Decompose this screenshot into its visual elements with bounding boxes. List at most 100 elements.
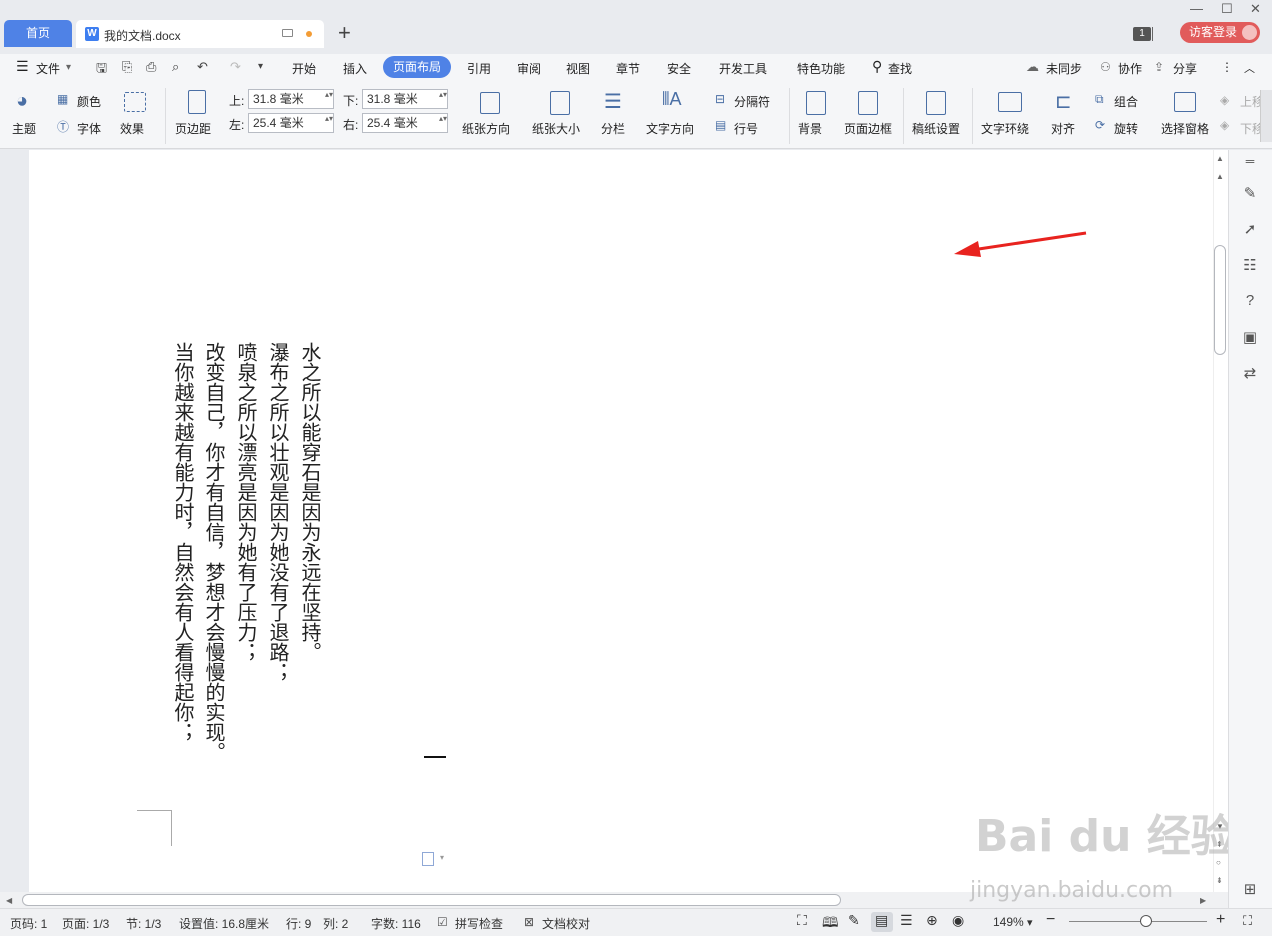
theme-icon[interactable]: ◕ xyxy=(16,90,28,113)
menu-developer[interactable]: 开发工具 xyxy=(719,60,767,77)
menu-view[interactable]: 视图 xyxy=(566,60,590,77)
monitor-icon[interactable] xyxy=(282,29,293,37)
menu-file[interactable]: 文件 xyxy=(36,60,60,77)
fullscreen-icon[interactable]: ⛶ xyxy=(797,912,807,929)
print-preview-icon[interactable]: ⌕ xyxy=(172,59,179,75)
left-margin-input[interactable]: 25.4 毫米 xyxy=(248,113,334,133)
zoom-out-icon[interactable]: − xyxy=(1046,911,1055,929)
print-icon[interactable]: ⎙ xyxy=(146,59,156,75)
hamburger-icon[interactable]: ☰ xyxy=(16,58,29,75)
help-icon[interactable]: ? xyxy=(1241,292,1259,309)
color-button[interactable]: 颜色 xyxy=(77,93,101,110)
tab-home[interactable]: 首页 xyxy=(4,20,72,47)
paste-options-icon[interactable] xyxy=(422,852,434,866)
format-painter-icon[interactable]: ⎘ xyxy=(122,59,132,75)
font-button[interactable]: 字体 xyxy=(77,120,101,137)
ribbon-scroll-right[interactable] xyxy=(1260,90,1272,142)
text-direction-button[interactable]: 文字方向 xyxy=(646,120,694,137)
manuscript-button[interactable]: 稿纸设置 xyxy=(912,120,960,137)
page-border-button[interactable]: 页面边框 xyxy=(844,120,892,137)
line-number-button[interactable]: 行号 xyxy=(734,120,758,137)
more-icon[interactable]: ⋮ xyxy=(1221,60,1233,74)
menu-search[interactable]: 查找 xyxy=(888,60,912,77)
text-wrap-button[interactable]: 文字环绕 xyxy=(981,120,1029,137)
fit-window-icon[interactable]: ⛶ xyxy=(1243,913,1252,929)
status-word-count[interactable]: 字数: 116 xyxy=(371,915,421,932)
minimize-icon[interactable]: — xyxy=(1190,1,1203,16)
eye-protection-icon[interactable]: ◉ xyxy=(952,912,964,929)
zoom-slider-knob[interactable] xyxy=(1140,915,1152,927)
top-margin-input[interactable]: 31.8 毫米 xyxy=(248,89,334,109)
rotate-button[interactable]: 旋转 xyxy=(1114,120,1138,137)
align-button[interactable]: 对齐 xyxy=(1051,120,1075,137)
vertical-scroll-thumb[interactable] xyxy=(1214,245,1226,355)
status-setting-value[interactable]: 设置值: 16.8厘米 xyxy=(179,915,269,932)
send-backward-button[interactable]: 下移 xyxy=(1240,120,1260,137)
status-page[interactable]: 页面: 1/3 xyxy=(62,915,109,932)
margin-button[interactable]: 页边距 xyxy=(175,120,211,137)
text-line-3[interactable]: 喷泉之所以漂亮是因为她有了压力； xyxy=(234,342,258,772)
visitor-login-button[interactable]: 访客登录 xyxy=(1180,22,1260,43)
collapse-ribbon-icon[interactable]: ︿ xyxy=(1244,60,1255,76)
menu-start[interactable]: 开始 xyxy=(292,60,316,77)
share-button[interactable]: 分享 xyxy=(1173,60,1197,77)
text-line-1[interactable]: 当你越来越有能力时，自然会有人看得起你； xyxy=(171,342,195,772)
write-mode-icon[interactable]: ✎ xyxy=(848,912,860,929)
image-icon[interactable]: ▣ xyxy=(1241,328,1259,346)
panel-handle-icon[interactable]: ═ xyxy=(1241,154,1259,168)
scroll-up-arrow-icon[interactable]: ▲ xyxy=(1216,172,1224,181)
zoom-slider-track[interactable] xyxy=(1069,921,1207,922)
collab-button[interactable]: 协作 xyxy=(1118,60,1142,77)
orientation-button[interactable]: 纸张方向 xyxy=(462,120,510,137)
right-margin-input[interactable]: 25.4 毫米 xyxy=(362,113,448,133)
next-page-icon[interactable]: ⇟ xyxy=(1216,876,1223,885)
text-line-4[interactable]: 瀑布之所以壮观是因为她没有了退路； xyxy=(266,342,290,772)
group-button[interactable]: 组合 xyxy=(1114,93,1138,110)
zoom-level[interactable]: 149% xyxy=(993,915,1024,929)
menu-page-layout[interactable]: 页面布局 xyxy=(383,56,451,78)
status-page-number[interactable]: 页码: 1 xyxy=(10,915,47,932)
scroll-left-arrow-icon[interactable]: ◀ xyxy=(6,896,12,905)
status-column[interactable]: 列: 2 xyxy=(323,915,348,932)
zoom-in-icon[interactable]: + xyxy=(1216,911,1225,929)
outline-view-icon[interactable]: ☰ xyxy=(900,912,913,929)
read-mode-icon[interactable]: 🕮 xyxy=(822,912,839,936)
menu-insert[interactable]: 插入 xyxy=(343,60,367,77)
status-row[interactable]: 行: 9 xyxy=(286,915,311,932)
apps-grid-icon[interactable]: ⊞ xyxy=(1241,880,1259,898)
zoom-dropdown-icon[interactable]: ▾ xyxy=(1027,916,1033,929)
bottom-margin-input[interactable]: 31.8 毫米 xyxy=(362,89,448,109)
close-icon[interactable]: ✕ xyxy=(1250,1,1261,17)
page-view-icon[interactable]: ▤ xyxy=(875,912,888,929)
effect-button[interactable]: 效果 xyxy=(120,120,144,137)
scroll-up-arrow-icon[interactable]: ▲ xyxy=(1216,154,1224,163)
search-icon[interactable]: ⚲ xyxy=(872,58,882,75)
sync-status[interactable]: 未同步 xyxy=(1046,60,1082,77)
new-tab-button[interactable]: + xyxy=(338,22,351,44)
tab-document[interactable]: W 我的文档.docx xyxy=(76,20,324,48)
chevron-down-icon[interactable]: ▾ xyxy=(440,853,444,862)
theme-button[interactable]: 主题 xyxy=(12,120,36,137)
menu-features[interactable]: 特色功能 xyxy=(797,60,845,77)
status-section[interactable]: 节: 1/3 xyxy=(126,915,161,932)
window-count-badge[interactable]: 1 xyxy=(1133,27,1151,41)
proofread-button[interactable]: 文档校对 xyxy=(542,915,590,932)
selection-pane-button[interactable]: 选择窗格 xyxy=(1161,120,1209,137)
text-line-2[interactable]: 改变自己，你才有自信，梦想才会慢慢的实现。 xyxy=(202,342,226,772)
menu-review[interactable]: 审阅 xyxy=(517,60,541,77)
bring-forward-button[interactable]: 上移 xyxy=(1240,93,1260,110)
settings-sliders-icon[interactable]: ☷ xyxy=(1241,256,1259,274)
translate-icon[interactable]: ⇄ xyxy=(1241,364,1259,382)
save-icon[interactable]: 🖫 xyxy=(96,59,107,81)
paper-size-button[interactable]: 纸张大小 xyxy=(532,120,580,137)
cursor-select-icon[interactable]: ➚ xyxy=(1241,220,1259,238)
background-button[interactable]: 背景 xyxy=(798,120,822,137)
text-line-5[interactable]: 水之所以能穿石是因为永远在坚持。 xyxy=(298,342,322,772)
scroll-right-arrow-icon[interactable]: ▶ xyxy=(1200,896,1206,905)
menu-references[interactable]: 引用 xyxy=(467,60,491,77)
customize-toolbar-icon[interactable]: ▾ xyxy=(258,61,263,72)
undo-icon[interactable]: ↶ xyxy=(197,59,208,75)
edit-pen-icon[interactable]: ✎ xyxy=(1241,184,1259,202)
spell-check-button[interactable]: 拼写检查 xyxy=(455,915,503,932)
menu-security[interactable]: 安全 xyxy=(667,60,691,77)
